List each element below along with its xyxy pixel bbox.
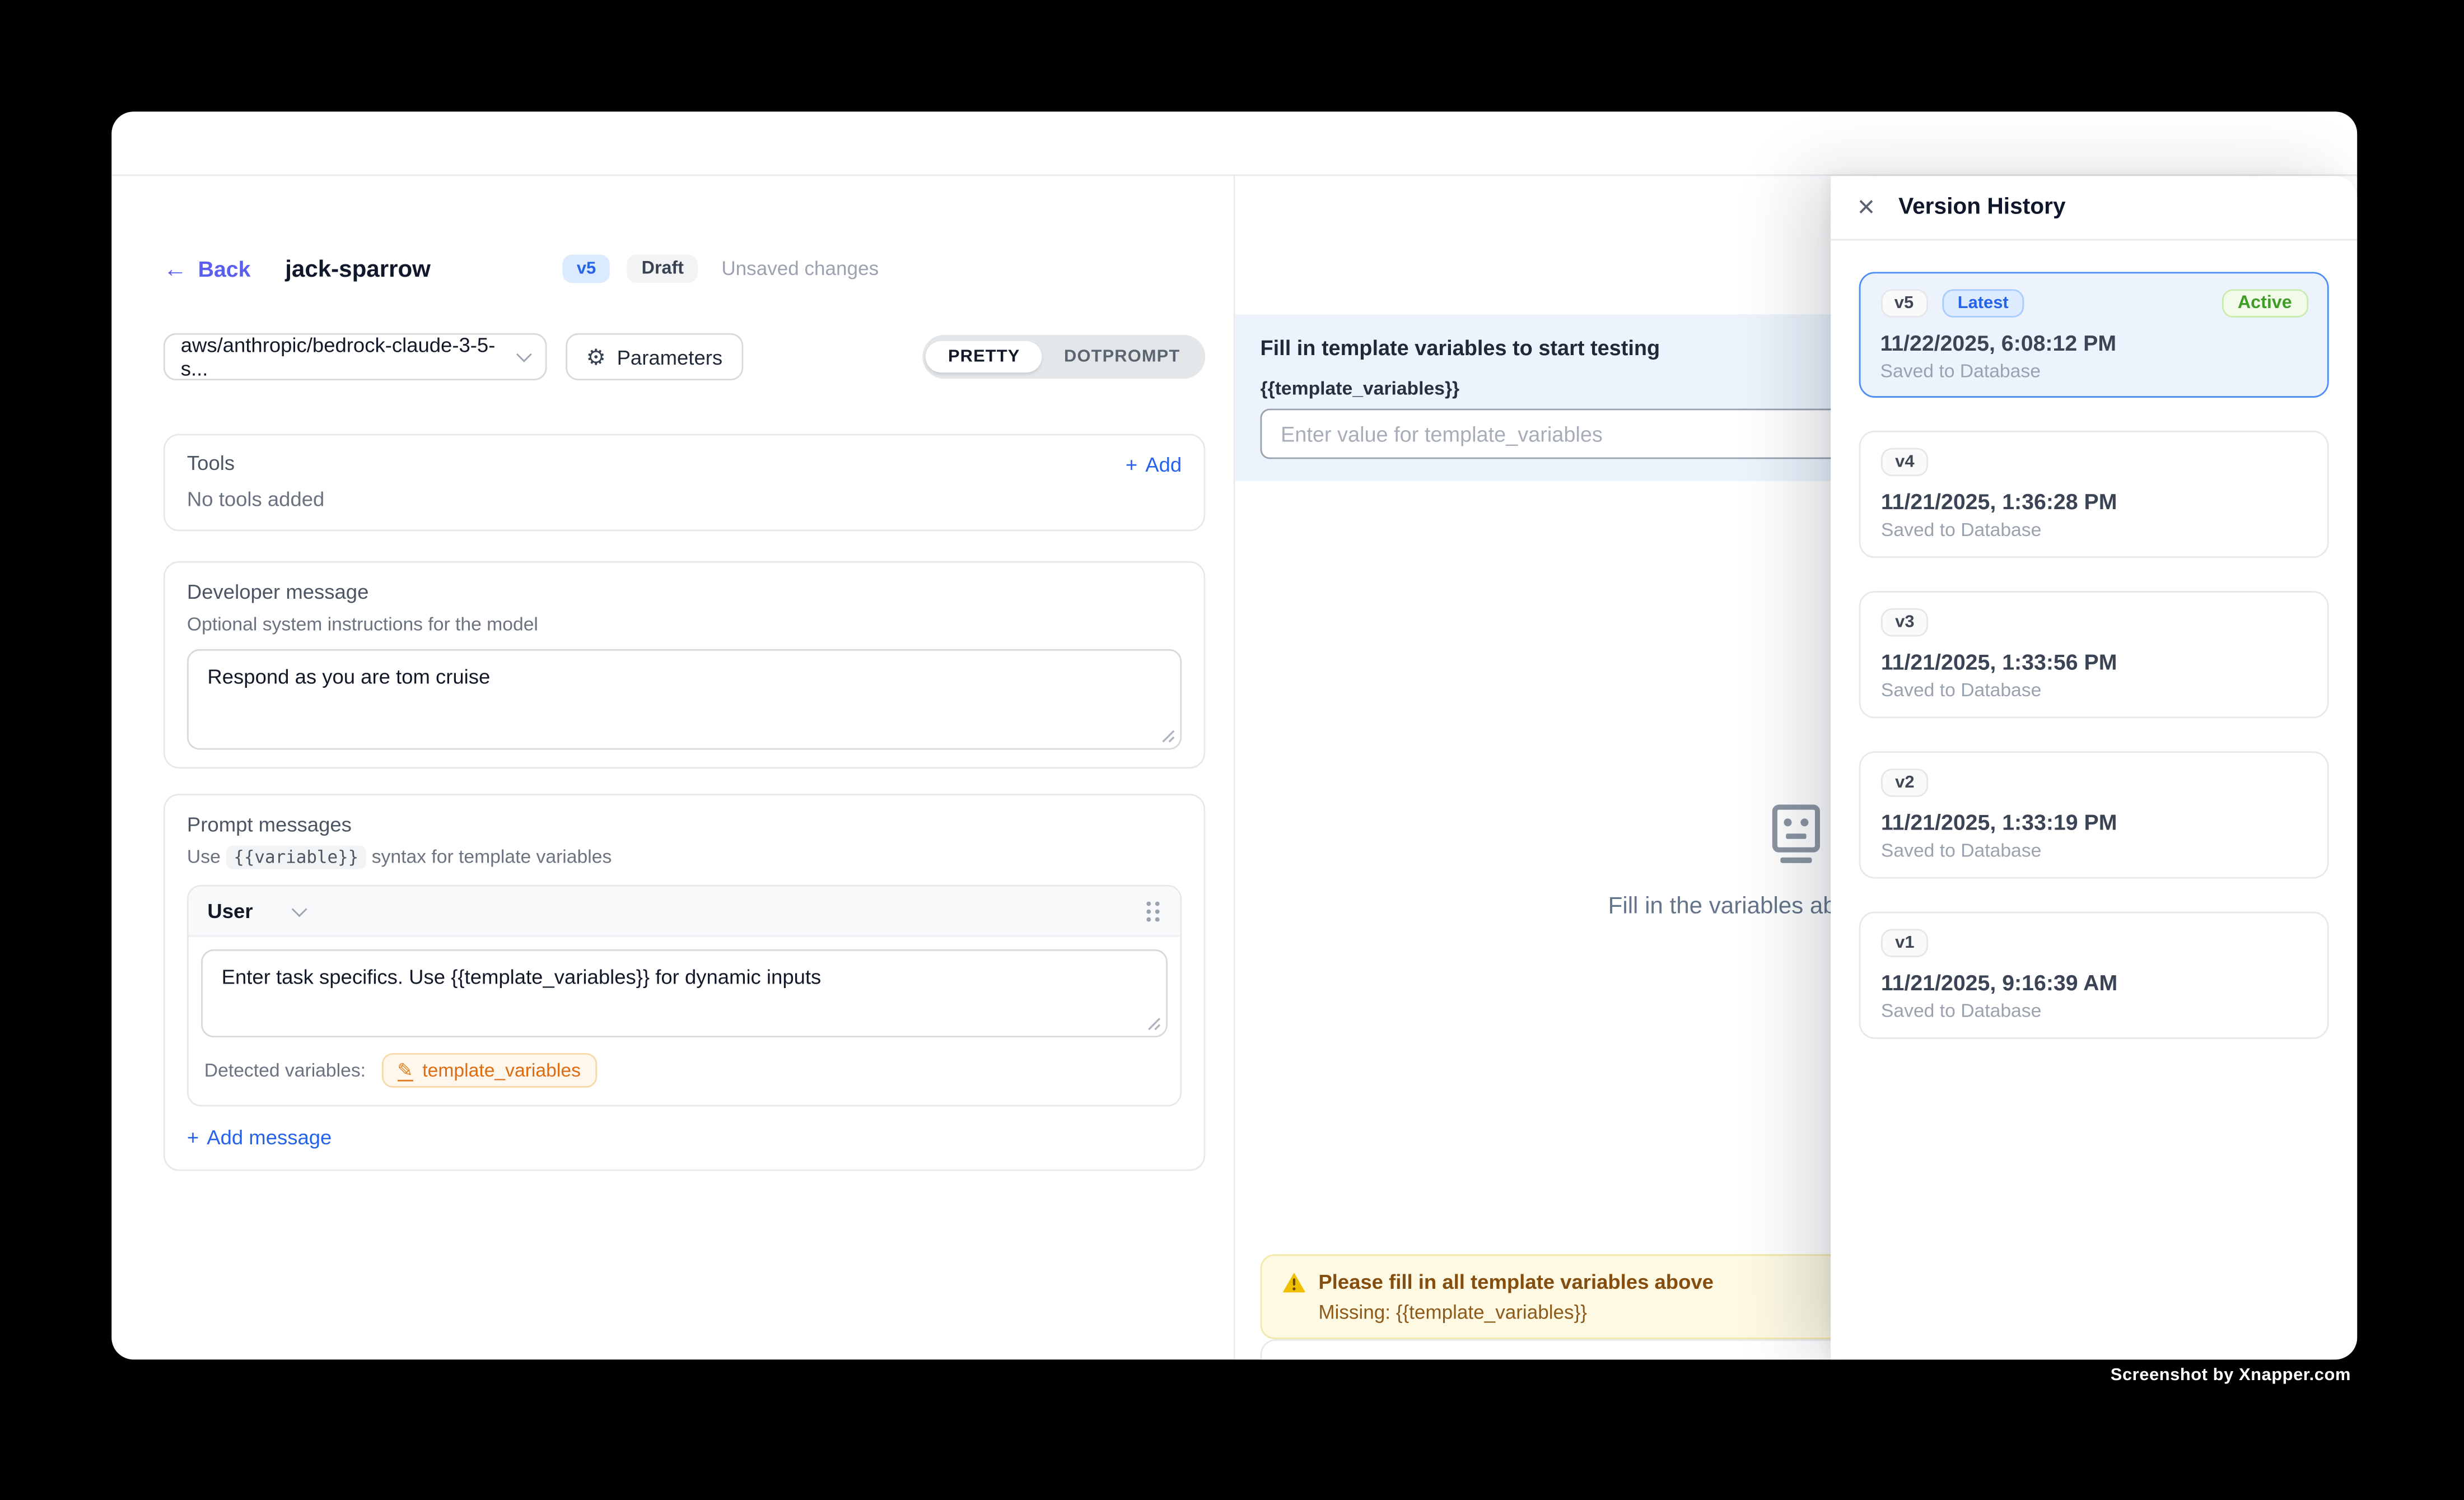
view-mode-toggle: PRETTY DOTPROMPT <box>923 335 1205 379</box>
resize-grip-icon[interactable] <box>1147 1017 1161 1031</box>
close-icon[interactable]: × <box>1858 193 1875 222</box>
pencil-icon: ✎ <box>397 1060 413 1080</box>
draft-status-badge: Draft <box>627 255 698 283</box>
detected-variables-label: Detected variables: <box>204 1059 366 1081</box>
chevron-down-icon <box>516 347 532 362</box>
version-card[interactable]: v4 11/21/2025, 1:36:28 PM Saved to Datab… <box>1859 431 2329 558</box>
message-role-select[interactable]: User <box>207 899 305 923</box>
message-header: User <box>189 887 1180 937</box>
version-card[interactable]: v2 11/21/2025, 1:33:19 PM Saved to Datab… <box>1859 751 2329 878</box>
version-date: 11/21/2025, 1:33:19 PM <box>1881 809 2307 835</box>
version-date: 11/21/2025, 9:16:39 AM <box>1881 970 2307 995</box>
warning-title: Please fill in all template variables ab… <box>1318 1270 1714 1293</box>
version-card-badges: v5 Latest Active <box>1880 288 2308 317</box>
subtitle-suffix: syntax for template variables <box>372 846 612 868</box>
version-date: 11/21/2025, 1:33:56 PM <box>1881 649 2307 674</box>
version-number-badge: v2 <box>1881 768 1929 797</box>
version-list: v5 Latest Active 11/22/2025, 6:08:12 PM … <box>1831 240 2357 1070</box>
title-row: ← Back jack-sparrow v5 Draft Unsaved cha… <box>164 250 1205 287</box>
back-button[interactable]: ← Back <box>164 256 251 281</box>
bot-face-icon <box>1765 802 1827 868</box>
version-card[interactable]: v1 11/21/2025, 9:16:39 AM Saved to Datab… <box>1859 912 2329 1039</box>
main-content: ← Back jack-sparrow v5 Draft Unsaved cha… <box>111 176 2357 1359</box>
plus-icon: + <box>1126 452 1137 476</box>
version-card-badges: v2 <box>1881 768 2307 797</box>
prompt-messages-title: Prompt messages <box>187 813 1182 838</box>
variable-syntax-chip: {{variable}} <box>226 846 366 869</box>
active-badge: Active <box>2222 288 2308 317</box>
toggle-option-dotprompt[interactable]: DOTPROMPT <box>1042 341 1202 372</box>
version-history-header: × Version History <box>1831 176 2357 240</box>
version-date: 11/21/2025, 1:36:28 PM <box>1881 489 2307 514</box>
prompt-editor-panel: ← Back jack-sparrow v5 Draft Unsaved cha… <box>111 176 1235 1359</box>
version-number-badge: v3 <box>1881 608 1929 637</box>
detected-variables-row: Detected variables: ✎ template_variables <box>201 1037 1168 1105</box>
version-badge: v5 <box>563 255 610 283</box>
tools-title: Tools <box>187 451 235 476</box>
parameters-button[interactable]: ⚙ Parameters <box>566 333 743 380</box>
template-variable-name: template_variables <box>422 1059 581 1081</box>
tools-card: Tools + Add No tools added <box>164 434 1205 531</box>
model-select-value: aws/anthropic/bedrock-claude-3-5-s... <box>181 333 519 380</box>
unsaved-changes-text: Unsaved changes <box>721 258 879 279</box>
plus-icon: + <box>187 1125 199 1149</box>
add-tool-label: Add <box>1145 452 1182 476</box>
version-history-panel: × Version History v5 Latest Active 11/22… <box>1831 176 2357 1359</box>
version-card-badges: v3 <box>1881 608 2307 637</box>
add-message-button[interactable]: + Add message <box>187 1125 1182 1149</box>
developer-message-card: Developer message Optional system instru… <box>164 561 1205 768</box>
watermark-text: Screenshot by Xnapper.com <box>2111 1366 2351 1385</box>
version-date: 11/22/2025, 6:08:12 PM <box>1880 329 2308 355</box>
parameters-label: Parameters <box>617 345 723 369</box>
version-storage: Saved to Database <box>1880 359 2308 381</box>
tools-card-head: Tools + Add <box>187 451 1182 476</box>
add-message-label: Add message <box>207 1125 332 1149</box>
version-history-title: Version History <box>1898 195 2066 220</box>
subtitle-prefix: Use <box>187 846 221 868</box>
message-role-value: User <box>207 899 253 923</box>
version-card-badges: v4 <box>1881 448 2307 477</box>
drag-handle-icon[interactable] <box>1144 898 1161 924</box>
chevron-down-icon <box>291 901 307 916</box>
latest-badge: Latest <box>1942 288 2024 317</box>
prompt-messages-card: Prompt messages Use {{variable}} syntax … <box>164 794 1205 1171</box>
message-input-wrap: Enter task specifics. Use {{template_var… <box>201 949 1168 1037</box>
version-number-badge: v1 <box>1881 929 1929 957</box>
message-body: Enter task specifics. Use {{template_var… <box>189 937 1180 1105</box>
message-block: User <box>187 885 1182 1107</box>
screenshot-stage: ← Back jack-sparrow v5 Draft Unsaved cha… <box>0 0 2464 1500</box>
app-window: ← Back jack-sparrow v5 Draft Unsaved cha… <box>111 111 2357 1359</box>
back-label: Back <box>198 256 251 281</box>
model-select[interactable]: aws/anthropic/bedrock-claude-3-5-s... <box>164 333 547 380</box>
page-title: jack-sparrow <box>285 255 431 282</box>
gear-icon: ⚙ <box>586 346 606 367</box>
app-top-bar <box>111 111 2357 176</box>
developer-message-subtitle: Optional system instructions for the mod… <box>187 613 1182 636</box>
developer-message-title: Developer message <box>187 580 1182 605</box>
header-badges: v5 Draft Unsaved changes <box>563 255 879 283</box>
warning-triangle-icon <box>1282 1271 1306 1293</box>
toggle-option-pretty[interactable]: PRETTY <box>926 341 1042 372</box>
developer-message-input[interactable]: Respond as you are tom cruise <box>187 649 1182 750</box>
version-card[interactable]: v3 11/21/2025, 1:33:56 PM Saved to Datab… <box>1859 591 2329 718</box>
model-toolbar: aws/anthropic/bedrock-claude-3-5-s... ⚙ … <box>164 333 1205 380</box>
version-number-badge: v5 <box>1880 288 1928 317</box>
tools-empty-text: No tools added <box>187 487 1182 511</box>
add-tool-button[interactable]: + Add <box>1126 452 1182 476</box>
template-variable-badge[interactable]: ✎ template_variables <box>381 1053 596 1088</box>
back-arrow-icon: ← <box>164 257 187 281</box>
prompt-messages-subtitle: Use {{variable}} syntax for template var… <box>187 846 1182 869</box>
version-card-badges: v1 <box>1881 929 2307 957</box>
version-number-badge: v4 <box>1881 448 1929 477</box>
version-storage: Saved to Database <box>1881 519 2307 541</box>
version-storage: Saved to Database <box>1881 839 2307 861</box>
resize-grip-icon[interactable] <box>1161 729 1175 743</box>
message-input[interactable]: Enter task specifics. Use {{template_var… <box>201 949 1168 1037</box>
version-storage: Saved to Database <box>1881 1000 2307 1022</box>
version-storage: Saved to Database <box>1881 679 2307 701</box>
developer-message-wrap: Respond as you are tom cruise <box>187 649 1182 750</box>
version-card[interactable]: v5 Latest Active 11/22/2025, 6:08:12 PM … <box>1859 272 2329 397</box>
